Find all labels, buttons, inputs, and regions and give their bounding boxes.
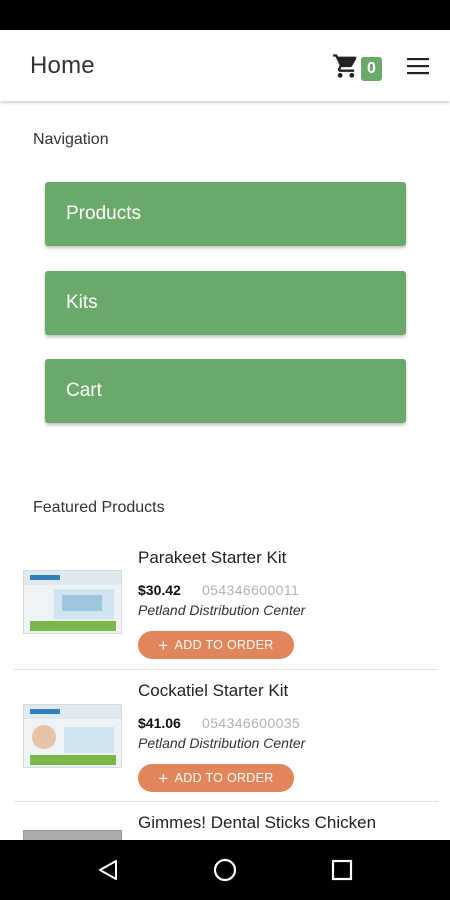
product-thumbnail <box>23 570 122 634</box>
product-sku: 054346600011 <box>202 582 300 598</box>
cart-count-badge: 0 <box>361 56 382 81</box>
product-item[interactable]: Parakeet Starter Kit $30.42 054346600011… <box>14 536 438 670</box>
product-name: Cockatiel Starter Kit <box>138 681 289 700</box>
product-vendor: Petland Distribution Center <box>138 735 306 751</box>
featured-products-heading: Featured Products <box>33 499 165 516</box>
plus-icon: + <box>158 635 169 655</box>
product-item[interactable]: Gimmes! Dental Sticks Chicken <box>14 802 438 840</box>
product-price: $41.06 <box>138 715 181 731</box>
add-to-order-button[interactable]: + ADD TO ORDER <box>138 631 294 659</box>
back-icon[interactable] <box>96 858 120 882</box>
cart-nav-button[interactable]: Cart <box>45 359 406 423</box>
product-name: Parakeet Starter Kit <box>138 548 287 567</box>
cart-button[interactable]: 0 <box>332 51 382 81</box>
plus-icon: + <box>158 768 169 788</box>
cart-icon <box>332 52 360 80</box>
navigation-heading: Navigation <box>33 131 109 148</box>
add-to-order-label: ADD TO ORDER <box>174 771 274 785</box>
product-vendor: Petland Distribution Center <box>138 602 306 618</box>
products-button[interactable]: Products <box>45 182 406 246</box>
page-title: Home <box>30 51 95 79</box>
home-icon[interactable] <box>213 858 237 882</box>
app-bar: Home 0 <box>0 30 450 101</box>
product-thumbnail <box>23 830 122 840</box>
status-bar <box>0 0 450 30</box>
recents-icon[interactable] <box>330 858 354 882</box>
product-thumbnail <box>23 704 122 768</box>
system-navigation-bar <box>0 840 450 900</box>
product-sku: 054346600035 <box>202 715 301 731</box>
product-price: $30.42 <box>138 582 181 598</box>
add-to-order-label: ADD TO ORDER <box>174 638 274 652</box>
product-name: Gimmes! Dental Sticks Chicken <box>138 813 377 832</box>
product-item[interactable]: Cockatiel Starter Kit $41.06 05434660003… <box>14 670 438 802</box>
kits-button[interactable]: Kits <box>45 271 406 335</box>
add-to-order-button[interactable]: + ADD TO ORDER <box>138 764 294 792</box>
menu-icon[interactable] <box>406 54 430 78</box>
main-content[interactable]: Navigation Products Kits Cart Featured P… <box>0 101 450 840</box>
